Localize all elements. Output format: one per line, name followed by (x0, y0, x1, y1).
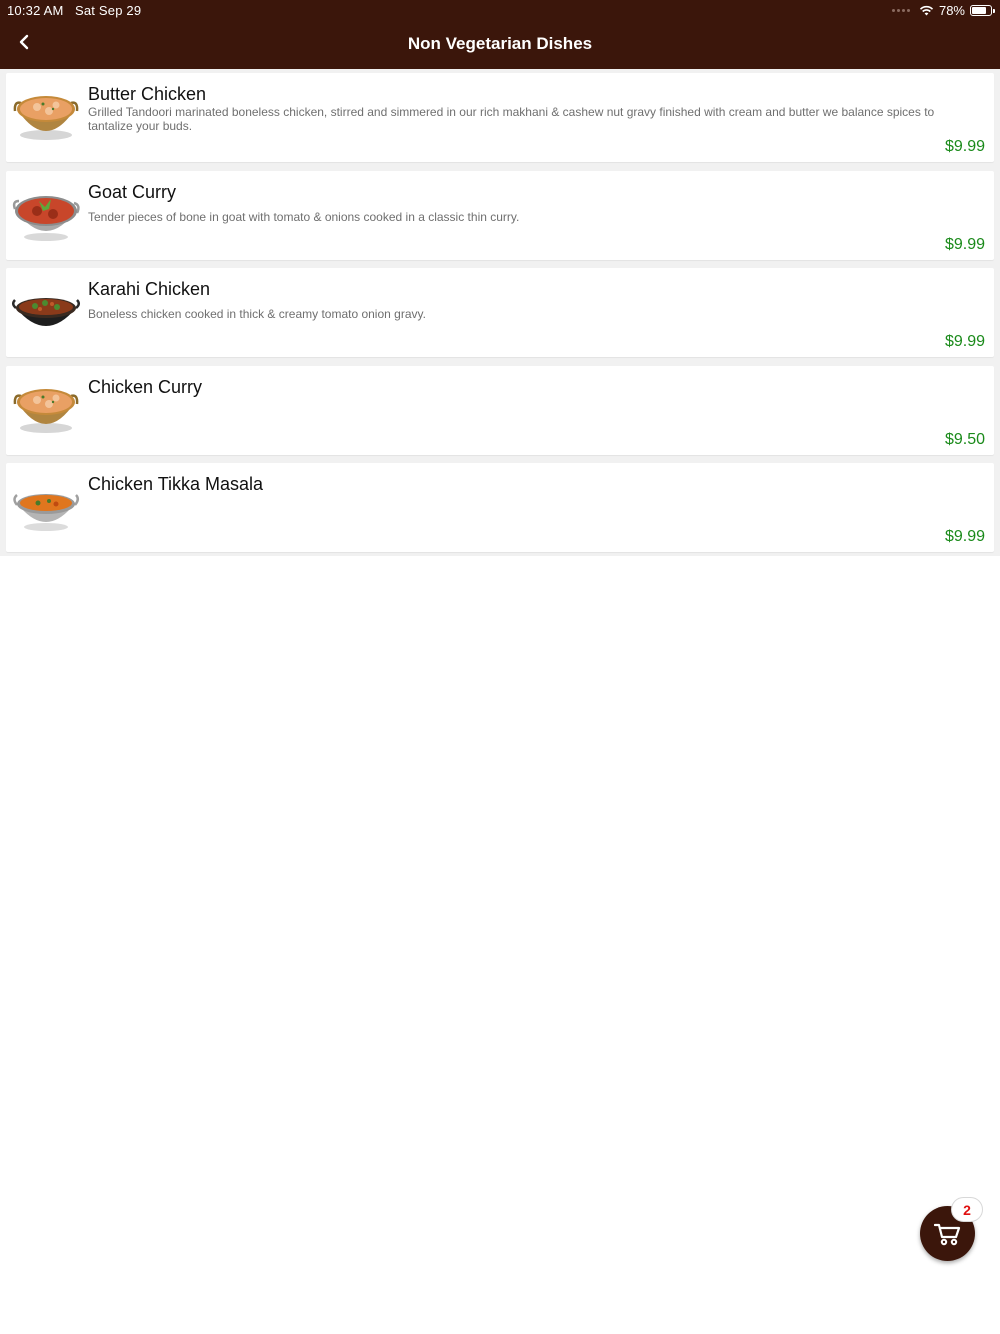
dish-card-butter-chicken[interactable]: Butter Chicken Grilled Tandoori marinate… (6, 73, 994, 162)
battery-percent: 78% (938, 3, 965, 18)
dish-name: Karahi Chicken (88, 279, 211, 299)
dish-description: Tender pieces of bone in goat with tomat… (88, 209, 520, 224)
chicken-curry-image (13, 388, 79, 433)
cart-icon (933, 1223, 960, 1245)
dish-name: Goat Curry (88, 181, 177, 202)
status-time: 10:32 AM (7, 3, 64, 18)
dish-price: $9.50 (944, 430, 985, 448)
dish-price: $9.99 (944, 235, 985, 253)
status-date: Sat Sep 29 (74, 3, 142, 18)
dish-description: Boneless chicken cooked in thick & cream… (88, 307, 426, 321)
cart-count-badge: 2 (951, 1197, 983, 1222)
karahi-chicken-image (12, 298, 80, 326)
dish-name: Chicken Curry (88, 376, 203, 397)
battery-icon (970, 5, 995, 16)
status-bar-right: 78% (891, 3, 995, 18)
butter-chicken-image (13, 96, 79, 140)
signal-icon (891, 9, 910, 12)
dish-name: Butter Chicken (88, 84, 207, 104)
dish-name: Chicken Tikka Masala (88, 474, 264, 494)
page-title: Non Vegetarian Dishes (407, 34, 593, 53)
chicken-tikka-masala-image (13, 494, 79, 531)
dish-list: Butter Chicken Grilled Tandoori marinate… (0, 69, 1000, 556)
navigation-header: 10:32 AM Sat Sep 29 78% Non Vegetarian D… (0, 0, 1000, 69)
goat-curry-image (12, 195, 80, 241)
dish-card-chicken-curry[interactable]: Chicken Curry $9.50 (6, 365, 994, 455)
dish-card-karahi-chicken[interactable]: Karahi Chicken Boneless chicken cooked i… (6, 268, 994, 357)
dish-price: $9.99 (944, 333, 985, 350)
status-bar-time: 10:32 AM Sat Sep 29 (7, 3, 141, 18)
dish-card-chicken-tikka-masala[interactable]: Chicken Tikka Masala $9.99 (6, 463, 994, 552)
dish-description: Grilled Tandoori marinated boneless chic… (88, 105, 935, 133)
dish-price: $9.99 (944, 138, 985, 155)
dish-price: $9.99 (944, 528, 985, 545)
wifi-icon (919, 5, 934, 16)
dish-card-goat-curry[interactable]: Goat Curry Tender pieces of bone in goat… (6, 170, 994, 260)
